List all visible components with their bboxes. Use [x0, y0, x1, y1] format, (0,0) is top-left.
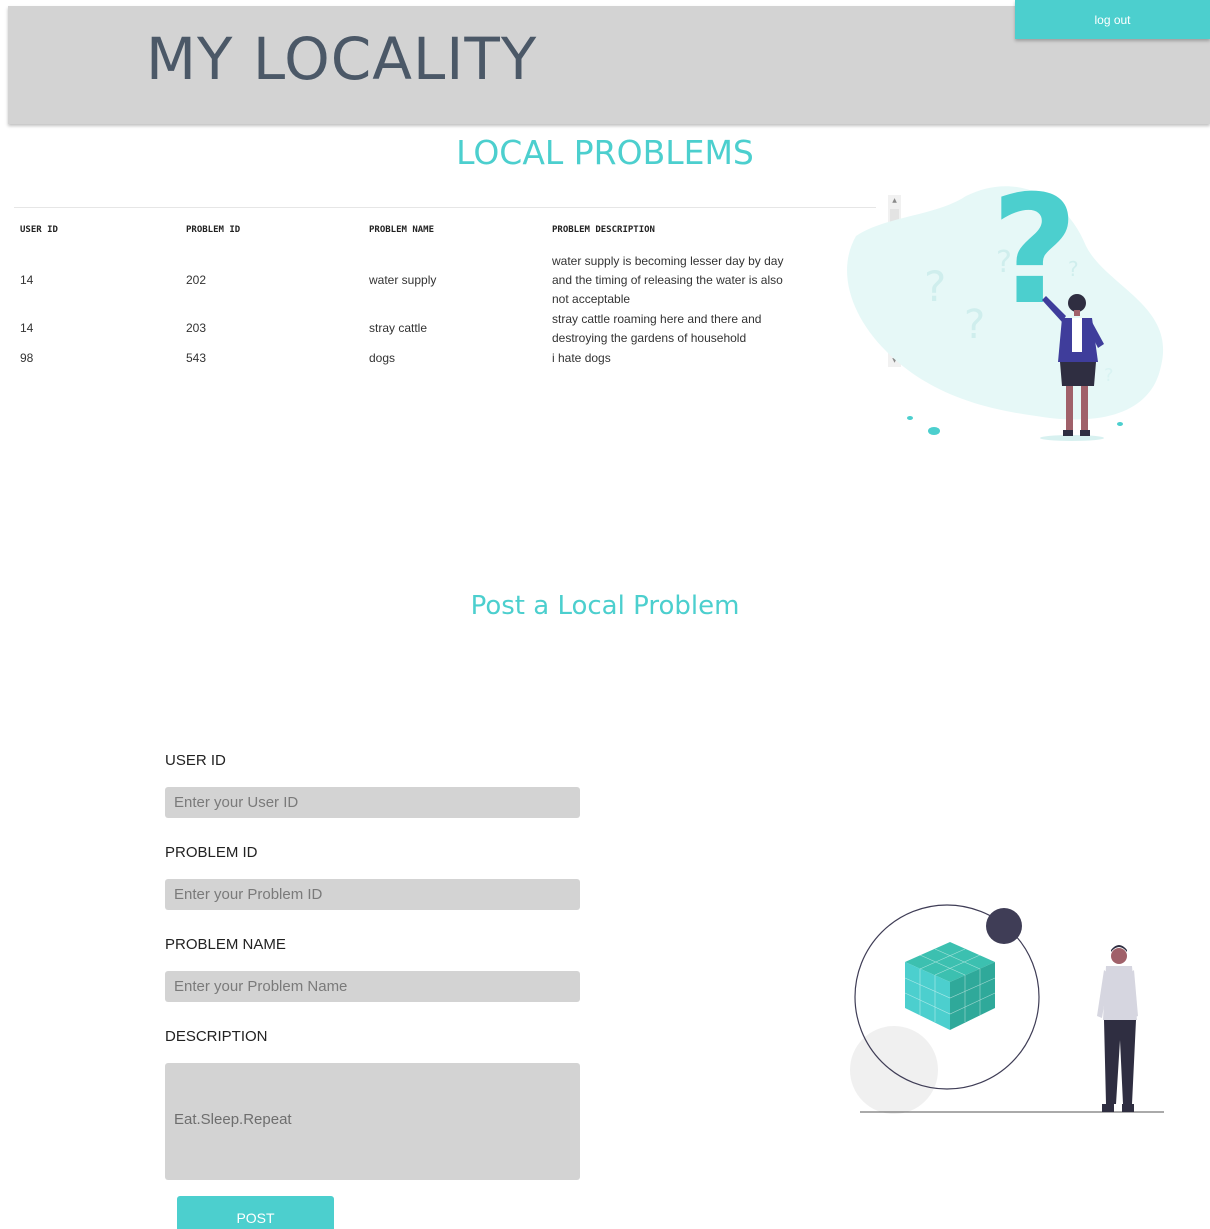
description-label: DESCRIPTION [165, 1028, 268, 1045]
page: MY LOCALITY log out LOCAL PROBLEMS USER … [0, 0, 1210, 1229]
user-id-label: USER ID [165, 752, 226, 769]
man-pants [1104, 1020, 1136, 1104]
description-line: not acceptable [552, 292, 631, 306]
cell-problem-id: 543 [186, 351, 207, 365]
column-header-problem-id: PROBLEM ID [186, 225, 241, 235]
dark-circle-shape [986, 908, 1022, 944]
column-header-user-id: USER ID [20, 225, 58, 235]
site-brand: MY LOCALITY [146, 25, 538, 93]
post-problem-title: Post a Local Problem [470, 591, 740, 621]
description-line: stray cattle roaming here and there and [552, 312, 762, 326]
cell-problem-name: stray cattle [369, 321, 428, 335]
problem-name-label: PROBLEM NAME [165, 936, 286, 953]
problems-title: LOCAL PROBLEMS [456, 133, 754, 172]
problem-id-label: PROBLEM ID [165, 844, 258, 861]
cell-problem-description: water supply is becoming lesser day by d… [552, 252, 817, 309]
post-button[interactable]: POST [177, 1196, 334, 1229]
cell-problem-description: i hate dogs [552, 349, 817, 367]
problem-name-input[interactable] [165, 971, 580, 1002]
user-id-input[interactable] [165, 787, 580, 818]
question-mark-icon: ? [1068, 257, 1079, 281]
question-mark-icon: ? [924, 262, 946, 311]
cell-problem-name: dogs [369, 351, 396, 365]
woman-shoe [1080, 430, 1090, 436]
woman-shirt [1072, 318, 1082, 352]
woman-neck [1074, 310, 1080, 316]
woman-shoe [1063, 430, 1073, 436]
cell-problem-id: 202 [186, 273, 207, 287]
description-line: destroying the gardens of household [552, 331, 747, 345]
cell-problem-name: water supply [369, 273, 437, 287]
column-header-problem-description: PROBLEM DESCRIPTION [552, 225, 655, 235]
description-line: and the timing of releasing the water is… [552, 273, 783, 287]
problems-table[interactable]: USER ID PROBLEM ID PROBLEM NAME PROBLEM … [14, 195, 902, 367]
cell-problem-description: stray cattle roaming here and there and … [552, 310, 817, 348]
cell-user-id: 14 [20, 273, 34, 287]
leaf-shape [1117, 422, 1123, 426]
man-shoe [1102, 1104, 1114, 1112]
description-textarea[interactable] [165, 1063, 580, 1180]
question-mark-icon: ? [964, 302, 985, 348]
cell-problem-id: 203 [186, 321, 207, 335]
man-shoe [1122, 1104, 1134, 1112]
man-head [1111, 948, 1127, 964]
leaf-shape [907, 416, 913, 420]
cell-user-id: 98 [20, 351, 34, 365]
column-header-problem-name: PROBLEM NAME [369, 225, 435, 235]
question-mark-icon: ? [1104, 365, 1114, 386]
woman-head [1068, 294, 1086, 312]
gray-circle-shape [850, 1026, 938, 1114]
woman-leg [1081, 386, 1088, 432]
woman-skirt [1060, 362, 1096, 386]
logout-button[interactable]: log out [1015, 0, 1210, 39]
woman-leg [1066, 386, 1073, 432]
leaf-shape [928, 427, 940, 435]
cell-user-id: 14 [20, 321, 34, 335]
table-divider [14, 207, 876, 208]
problem-id-input[interactable] [165, 879, 580, 910]
description-line: i hate dogs [552, 351, 611, 365]
question-woman-illustration: ? ? ? ? ? ? [847, 176, 1164, 441]
description-line: water supply is becoming lesser day by d… [552, 254, 784, 268]
question-mark-icon: ? [996, 245, 1012, 280]
cube-man-illustration [850, 904, 1164, 1114]
